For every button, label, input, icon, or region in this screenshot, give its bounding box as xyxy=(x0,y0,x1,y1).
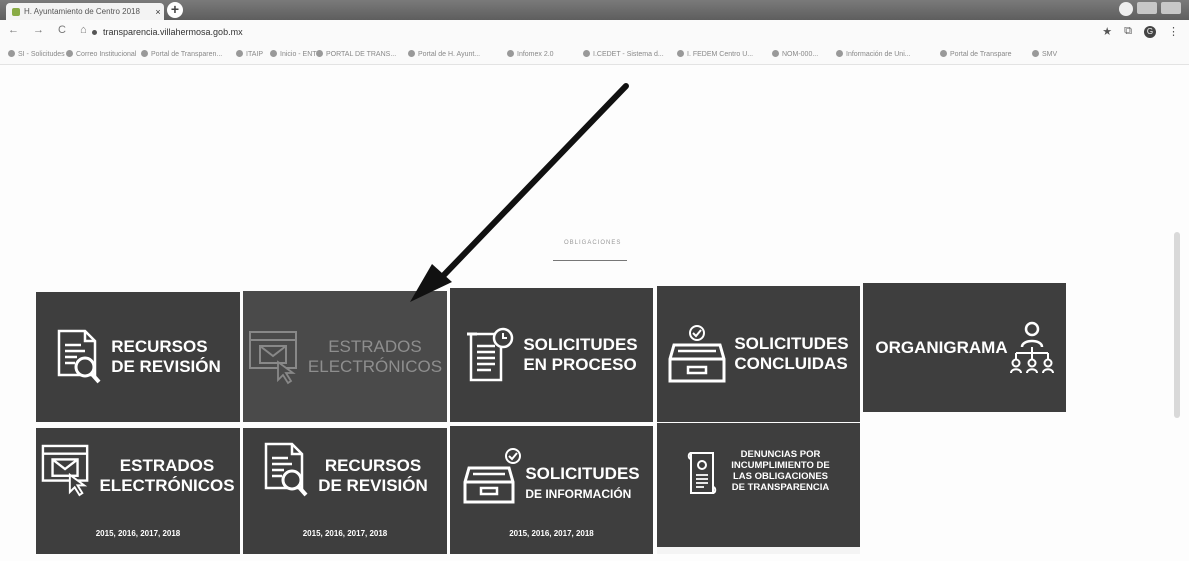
tile-label: SOLICITUDES CONCLUIDAS xyxy=(734,334,849,373)
bookmark-item[interactable]: PORTAL DE TRANS... xyxy=(316,50,396,58)
tile-years: 2015, 2016, 2017, 2018 xyxy=(95,529,181,538)
avatar[interactable]: G xyxy=(1144,25,1156,38)
toolbar-right: ★ ⧉ G ⋮ xyxy=(1102,25,1179,38)
certificate-icon xyxy=(687,449,721,503)
page-scrollbar[interactable] xyxy=(1174,232,1180,418)
nav-buttons: ← → C ⌂ xyxy=(8,24,87,36)
bookmark-item[interactable]: I. FEDEM Centro U... xyxy=(677,50,753,58)
archive-check-icon xyxy=(463,446,522,508)
tile-estrados-electronicos-historico[interactable]: ESTRADOS ELECTRÓNICOS 2015, 2016, 2017, … xyxy=(36,428,240,554)
tile-label: RECURSOS DE REVISIÓN xyxy=(111,337,221,376)
tile-sublabel: DE INFORMACIÓN xyxy=(525,487,632,501)
bookmark-item[interactable]: Inicio - ENT xyxy=(270,50,317,58)
tile-label: ORGANIGRAMA xyxy=(875,337,1008,357)
lock-icon xyxy=(92,30,97,35)
menu-icon[interactable]: ⋮ xyxy=(1168,25,1179,38)
tile-solicitudes-en-proceso[interactable]: SOLICITUDES EN PROCESO xyxy=(450,288,653,422)
reload-icon[interactable]: C xyxy=(58,24,66,36)
bookmark-item[interactable]: ITAIP xyxy=(236,50,263,58)
forward-icon[interactable]: → xyxy=(33,24,44,36)
bookmark-item[interactable]: Portal de Transpare xyxy=(940,50,1011,58)
bookmark-item[interactable]: Información de Uni... xyxy=(836,50,911,58)
section-label: OBLIGACIONES xyxy=(564,240,622,246)
bookmark-item[interactable]: SI - Solicitudes xyxy=(8,50,65,58)
address-bar: ← → C ⌂ transparencia.villahermosa.gob.m… xyxy=(0,20,1189,46)
browser-mail-icon xyxy=(41,442,91,498)
tile-label: ESTRADOS ELECTRÓNICOS xyxy=(99,456,235,495)
bookmark-item[interactable]: Portal de H. Ayunt... xyxy=(408,50,480,58)
bookmark-item[interactable]: Infomex 2.0 xyxy=(507,50,554,58)
bookmark-item[interactable]: NOM-000... xyxy=(772,50,818,58)
close-tab-icon[interactable]: × xyxy=(152,7,164,17)
minimize-button[interactable] xyxy=(1137,2,1157,14)
tile-denuncias[interactable]: DENUNCIAS POR INCUMPLIMIENTO DE LAS OBLI… xyxy=(657,423,860,554)
profile-icon[interactable] xyxy=(1119,2,1133,16)
url-text: transparencia.villahermosa.gob.mx xyxy=(103,27,243,37)
org-chart-icon xyxy=(1009,319,1054,377)
tile-years: 2015, 2016, 2017, 2018 xyxy=(509,529,594,538)
tile-label: RECURSOS DE REVISIÓN xyxy=(318,456,428,495)
bookmark-item[interactable]: Correo Institucional xyxy=(66,50,136,58)
tile-label: SOLICITUDES EN PROCESO xyxy=(523,335,638,374)
browser-tab[interactable]: H. Ayuntamiento de Centro 2018 × xyxy=(6,3,164,20)
back-icon[interactable]: ← xyxy=(8,24,19,36)
tile-label: SOLICITUDES xyxy=(525,464,640,483)
tile-label: ESTRADOS ELECTRÓNICOS xyxy=(307,336,443,376)
tab-title: H. Ayuntamiento de Centro 2018 xyxy=(24,7,140,16)
bookmark-item[interactable]: Portal de Transparen... xyxy=(141,50,222,58)
tile-recursos-de-revision-historico[interactable]: RECURSOS DE REVISIÓN 2015, 2016, 2017, 2… xyxy=(243,428,447,554)
tile-solicitudes-de-informacion[interactable]: SOLICITUDES DE INFORMACIÓN 2015, 2016, 2… xyxy=(450,426,653,554)
bookmark-item[interactable]: SMV xyxy=(1032,50,1057,58)
tile-label: DENUNCIAS POR INCUMPLIMIENTO DE LAS OBLI… xyxy=(731,449,830,493)
tile-solicitudes-concluidas[interactable]: SOLICITUDES CONCLUIDAS xyxy=(657,286,860,422)
tile-recursos-de-revision[interactable]: RECURSOS DE REVISIÓN xyxy=(36,292,240,422)
document-search-icon xyxy=(262,442,310,498)
site-favicon-icon xyxy=(12,7,20,16)
tile-organigrama[interactable]: ORGANIGRAMA xyxy=(863,283,1066,412)
url-field[interactable]: transparencia.villahermosa.gob.mx xyxy=(92,27,243,37)
browser-tab-bar: H. Ayuntamiento de Centro 2018 × + xyxy=(0,0,1189,20)
home-icon[interactable]: ⌂ xyxy=(80,24,87,36)
new-tab-button[interactable]: + xyxy=(167,2,183,18)
clipboard-clock-icon xyxy=(465,326,515,384)
bookmark-star-icon[interactable]: ★ xyxy=(1102,25,1112,38)
browser-mail-icon xyxy=(248,328,300,386)
bookmarks-bar: SI - Solicitudes Correo Institucional Po… xyxy=(0,46,1189,65)
document-search-icon xyxy=(55,329,103,385)
window-controls xyxy=(1119,2,1181,16)
archive-check-icon xyxy=(668,323,726,385)
bookmark-item[interactable]: I.CEDET - Sistema d... xyxy=(583,50,664,58)
extension-icon[interactable]: ⧉ xyxy=(1124,25,1132,38)
tile-years: 2015, 2016, 2017, 2018 xyxy=(302,529,388,538)
tile-bottom-strip xyxy=(657,547,860,554)
tile-estrados-electronicos[interactable]: ESTRADOS ELECTRÓNICOS xyxy=(243,291,447,422)
close-window-button[interactable] xyxy=(1161,2,1181,14)
tile-text: SOLICITUDES DE INFORMACIÓN xyxy=(525,464,639,504)
section-underline xyxy=(553,260,627,261)
